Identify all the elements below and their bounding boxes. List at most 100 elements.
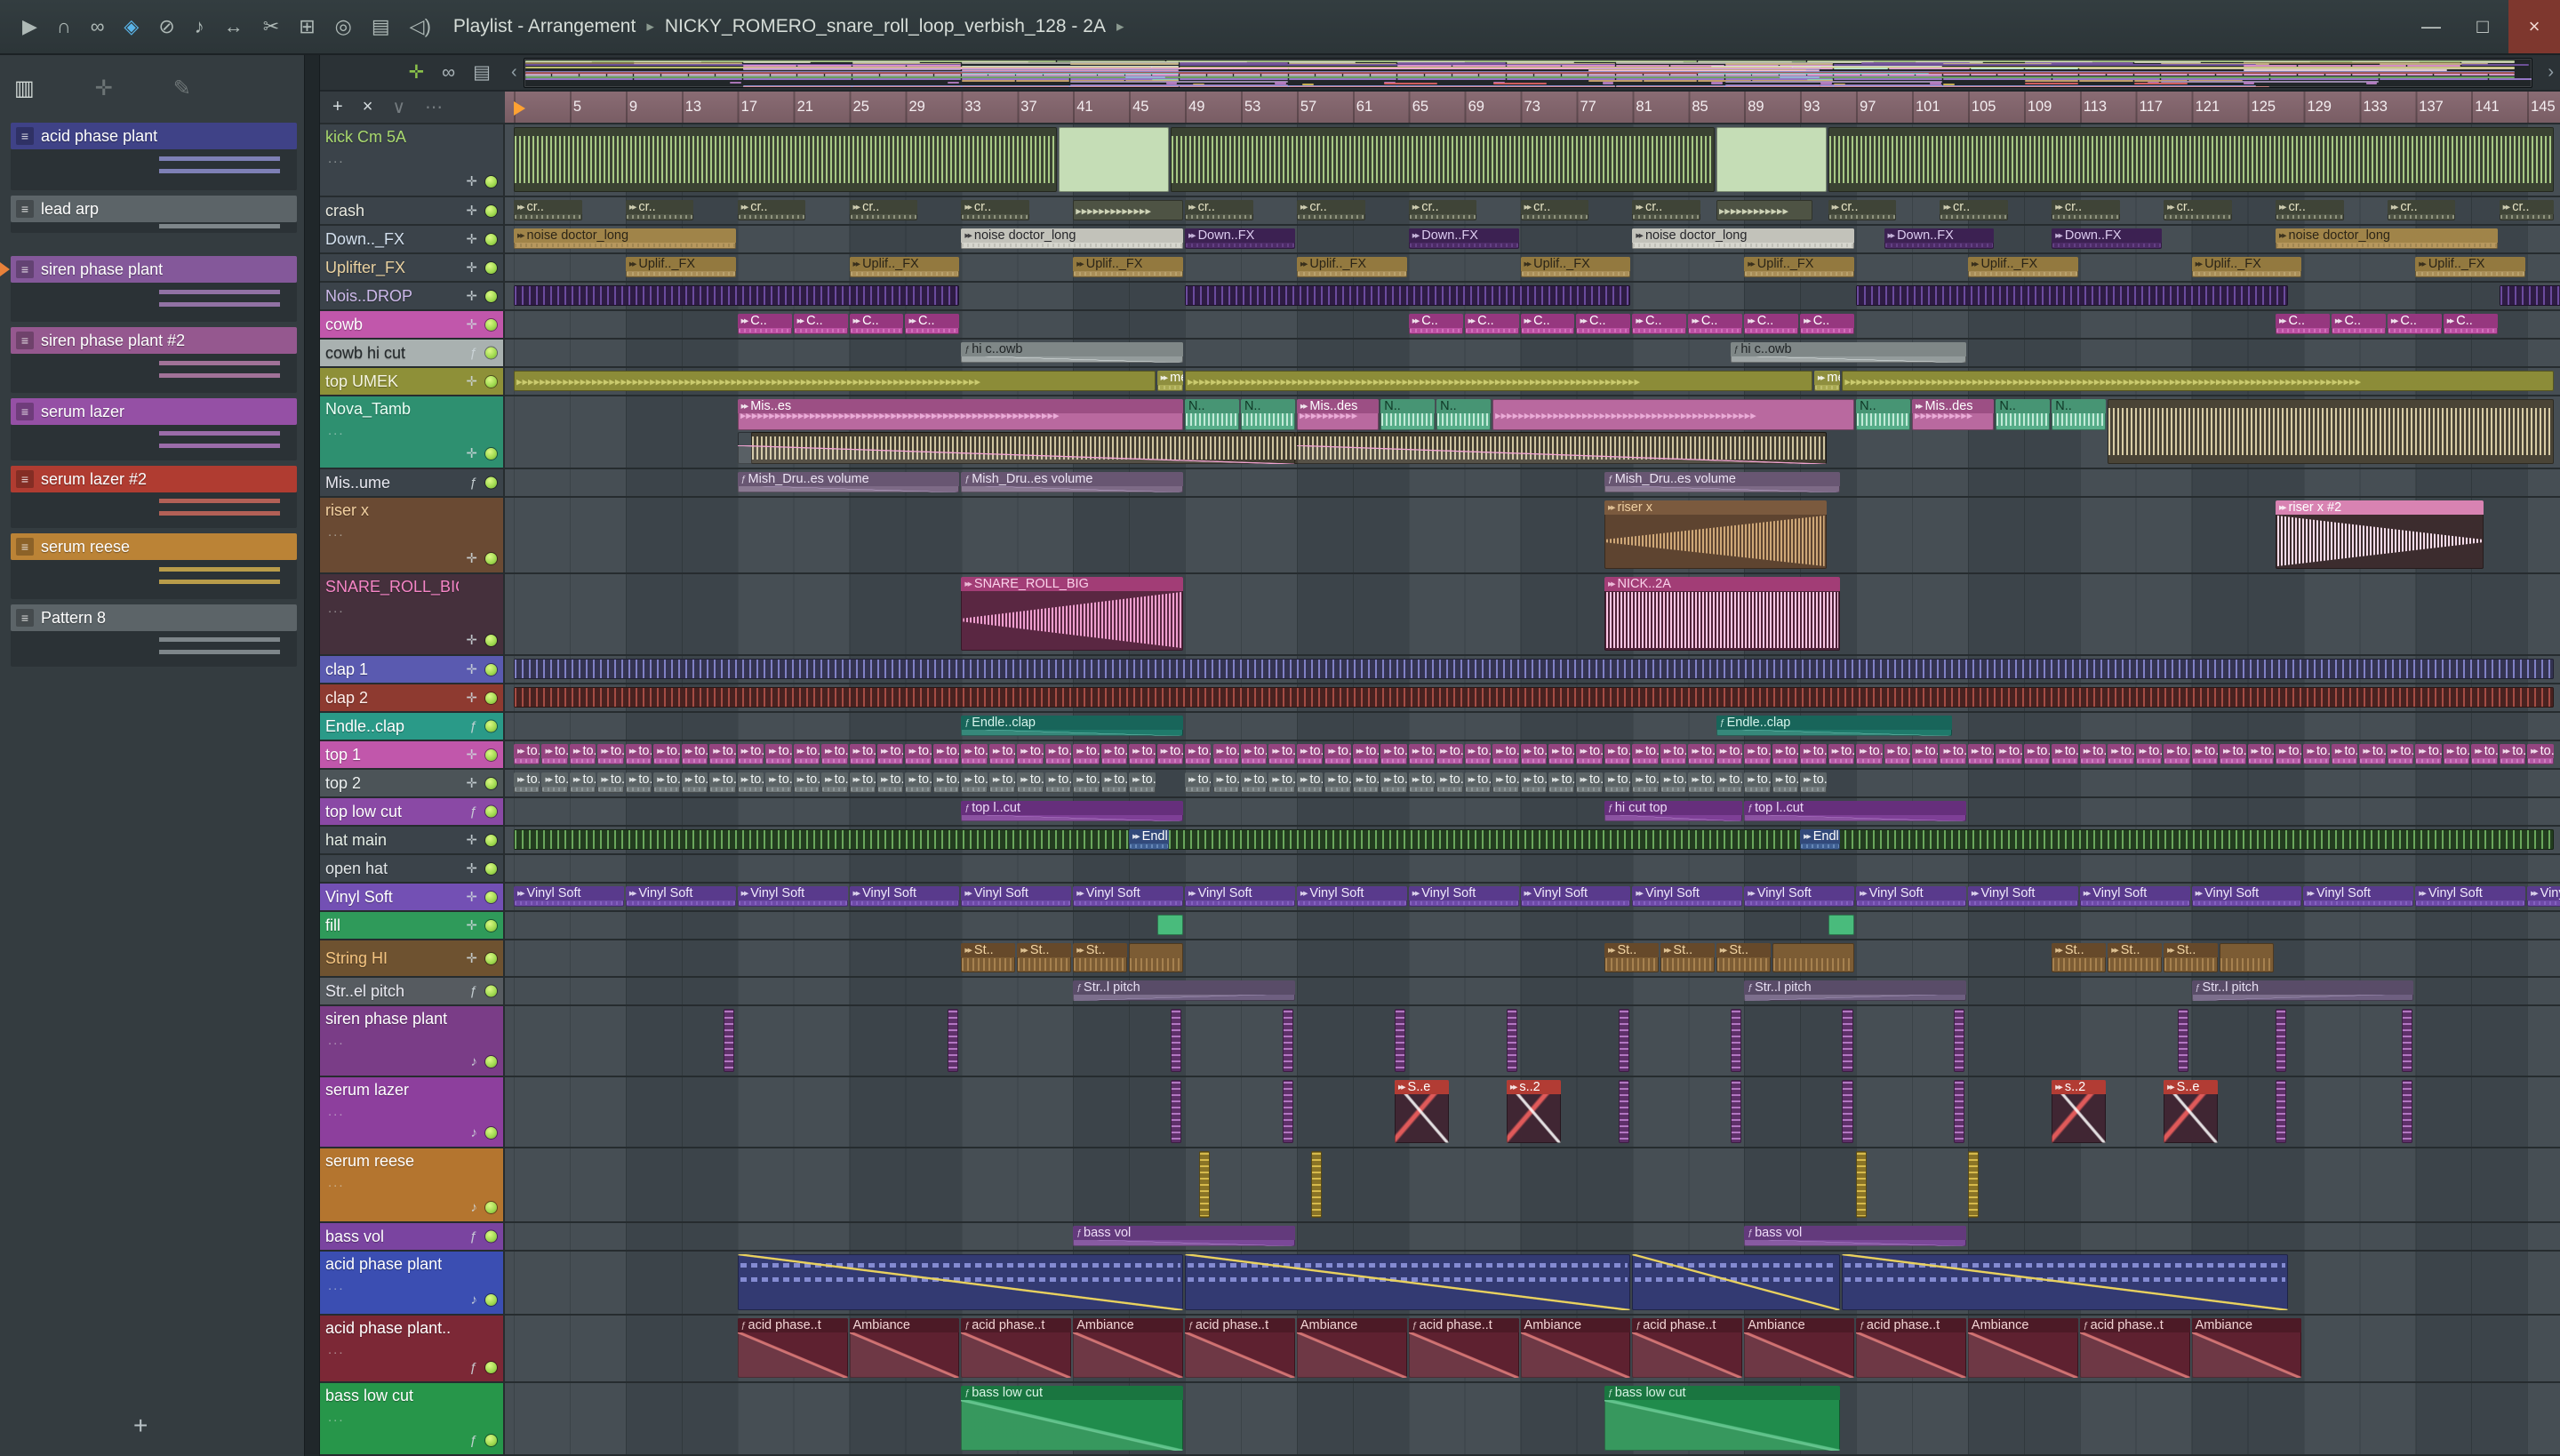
track-lane[interactable] <box>505 283 2560 309</box>
track-lane[interactable] <box>505 1148 2560 1221</box>
mute-led[interactable] <box>485 919 497 932</box>
audio-clip[interactable] <box>723 1009 735 1072</box>
audio-clip[interactable]: ▸▸to.. <box>2164 744 2190 764</box>
audio-clip[interactable]: ▸▸ C.. <box>1576 314 1631 334</box>
audio-clip[interactable] <box>1129 943 1184 972</box>
audio-clip[interactable]: ▸▸to.. <box>709 744 736 764</box>
audio-clip[interactable] <box>1171 1080 1182 1143</box>
audio-clip[interactable]: ▸▸to.. <box>1156 744 1184 764</box>
track-header[interactable]: serum reese... ♪ <box>320 1148 505 1221</box>
audio-clip[interactable]: ▸▸Vinyl Soft <box>1744 886 1855 907</box>
track-lane[interactable]: ▸▸ St.. ▸▸ St.. ▸▸ St.. ▸▸ St.. ▸▸ St.. ▸▸ St.. ▸▸ St… <box>505 940 2560 976</box>
audio-clip[interactable]: ▸▸ noise doctor_long <box>1632 228 1855 249</box>
audio-clip[interactable]: ▸▸ St.. <box>2164 943 2219 972</box>
audio-clip[interactable]: N.. <box>2052 399 2107 430</box>
audio-clip[interactable]: ▸▸ NICK..2A <box>1604 577 1841 651</box>
audio-clip[interactable]: ▸▸to.. <box>1408 772 1436 793</box>
audio-clip[interactable]: ▸▸to.. <box>1688 744 1715 764</box>
audio-clip[interactable]: ▸▸ St.. <box>1604 943 1659 972</box>
play-icon[interactable]: ▶ <box>22 15 37 37</box>
track-header[interactable]: Endle..clap ƒ <box>320 713 505 740</box>
audio-clip[interactable] <box>1198 1151 1210 1218</box>
audio-clip[interactable]: ▸▸▸▸▸▸▸▸▸▸▸▸▸▸▸▸▸▸▸▸▸▸▸▸▸▸▸▸▸▸▸▸▸▸▸▸▸▸▸▸… <box>1185 371 1812 391</box>
audio-clip[interactable]: ▸▸to.. <box>1520 744 1547 764</box>
pan-tool-icon[interactable]: ↔ <box>224 15 244 37</box>
audio-clip[interactable]: ▸▸to.. <box>1548 744 1575 764</box>
audio-clip[interactable]: ▸▸to.. <box>1492 772 1519 793</box>
minimize-button[interactable]: — <box>2405 0 2457 53</box>
audio-clip[interactable]: ▸▸ s..2 <box>2052 1080 2107 1143</box>
audio-clip[interactable]: ▸▸to.. <box>1185 772 1212 793</box>
track-lane[interactable]: ƒ acid phase..t Ambiance ƒ acid phase..t Ambi… <box>505 1316 2560 1381</box>
audio-clip[interactable] <box>514 829 2554 850</box>
audio-clip[interactable]: ▸▸to.. <box>1073 772 1100 793</box>
audio-clip[interactable]: ▸▸ St.. <box>2108 943 2163 972</box>
audio-clip[interactable]: ▸▸▸▸▸▸▸▸▸▸ ▸▸ Mis..des <box>1912 399 1995 430</box>
audio-clip[interactable]: ▸▸to.. <box>1296 772 1324 793</box>
automation-clip[interactable]: Ambiance <box>2191 1318 2302 1378</box>
mute-led[interactable] <box>485 347 497 359</box>
audio-clip[interactable]: ▸▸to.. <box>905 744 932 764</box>
audio-clip[interactable]: ▸▸▸▸▸▸▸▸▸▸ ▸▸ Mis..des <box>1296 399 1380 430</box>
audio-clip[interactable]: ▸▸Vinyl Soft <box>1967 886 2078 907</box>
audio-clip[interactable]: N.. <box>1380 399 1436 430</box>
audio-clip[interactable] <box>1954 1009 1965 1072</box>
audio-clip[interactable]: ▸▸to.. <box>1604 772 1631 793</box>
track-lane[interactable] <box>505 1006 2560 1076</box>
slice-tool-icon[interactable]: ✂ <box>263 15 279 37</box>
track-lane[interactable] <box>505 656 2560 683</box>
fullscreen-icon[interactable]: ⊞ <box>299 15 315 37</box>
audio-clip[interactable]: ▸▸Vinyl Soft <box>1408 886 1519 907</box>
audio-clip[interactable]: ▸▸ cr.. <box>2052 200 2120 220</box>
audio-clip[interactable]: ▸▸to.. <box>1408 744 1436 764</box>
track-lane[interactable]: ▸▸ SNARE_ROLL_BIG ▸▸ NICK..2A <box>505 574 2560 654</box>
audio-clip[interactable]: ▸▸to.. <box>849 772 876 793</box>
mute-led[interactable] <box>485 1294 497 1306</box>
audio-clip[interactable]: ▸▸▸▸▸▸▸▸▸▸▸▸▸ <box>1073 200 1184 220</box>
pattern-item[interactable]: ≡ serum lazer #2 <box>11 466 297 492</box>
audio-clip[interactable]: ▸▸to.. <box>1212 772 1239 793</box>
mute-led[interactable] <box>485 447 497 460</box>
audio-clip[interactable]: ▸▸to.. <box>1576 772 1603 793</box>
automation-clip[interactable]: ƒ bass low cut <box>1604 1386 1841 1451</box>
audio-clip[interactable]: ▸▸Vinyl Soft <box>514 886 624 907</box>
audio-clip[interactable]: ▸▸to.. <box>988 772 1016 793</box>
track-header[interactable]: riser x... ✛ <box>320 498 505 572</box>
audio-clip[interactable]: ▸▸Vinyl Soft <box>849 886 960 907</box>
automation-clip[interactable]: ƒ Mish_Dru..es volume <box>737 472 960 492</box>
minimap-scrollbar[interactable] <box>523 57 2533 88</box>
track-header[interactable]: crash ✛ <box>320 197 505 224</box>
audio-clip[interactable]: N.. <box>1996 399 2051 430</box>
mute-led[interactable] <box>485 985 497 997</box>
audio-clip[interactable]: ▸▸Endl..hat <box>1800 829 1841 850</box>
audio-clip[interactable]: ▸▸to.. <box>1352 744 1380 764</box>
audio-clip[interactable]: ▸▸ C.. <box>1464 314 1519 334</box>
audio-clip[interactable]: ▸▸to.. <box>2443 744 2470 764</box>
audio-clip[interactable]: ▸▸ St.. <box>1660 943 1715 972</box>
audio-clip[interactable]: ▸▸ S..e <box>1394 1080 1449 1143</box>
audio-clip[interactable]: ▸▸to.. <box>2387 744 2414 764</box>
audio-clip[interactable]: ▸▸ cr.. <box>1632 200 1701 220</box>
audio-clip[interactable]: ▸▸to.. <box>737 772 764 793</box>
audio-clip[interactable]: ▸▸to.. <box>514 744 540 764</box>
audio-clip[interactable]: ▸▸to.. <box>1044 772 1072 793</box>
track-header[interactable]: top UMEK ✛ <box>320 368 505 395</box>
audio-clip[interactable]: ▸▸Vinyl Soft <box>625 886 736 907</box>
audio-clip[interactable]: ▸▸Vinyl Soft <box>2191 886 2302 907</box>
pl-grid-icon[interactable]: ▤ <box>473 61 491 84</box>
track-header[interactable]: bass vol ƒ <box>320 1223 505 1250</box>
audio-clip[interactable]: ▸▸ cr.. <box>2164 200 2232 220</box>
mute-led[interactable] <box>485 805 497 818</box>
meter-icon[interactable]: ▤ <box>372 15 390 37</box>
track-header[interactable]: Vinyl Soft ✛ <box>320 884 505 910</box>
audio-clip[interactable]: ▸▸ SNARE_ROLL_BIG <box>961 577 1184 651</box>
pattern-item[interactable]: ≡ siren phase plant <box>0 256 297 283</box>
automation-clip[interactable]: Ambiance <box>1073 1318 1184 1378</box>
audio-clip[interactable]: ▸▸to.. <box>2359 744 2386 764</box>
audio-clip[interactable] <box>1156 915 1184 935</box>
audio-clip[interactable]: ▸▸Vinyl Soft <box>1296 886 1407 907</box>
mute-led[interactable] <box>485 634 497 646</box>
track-lane[interactable] <box>505 124 2560 196</box>
audio-clip[interactable] <box>514 285 960 306</box>
audio-clip[interactable]: ▸▸to.. <box>849 744 876 764</box>
